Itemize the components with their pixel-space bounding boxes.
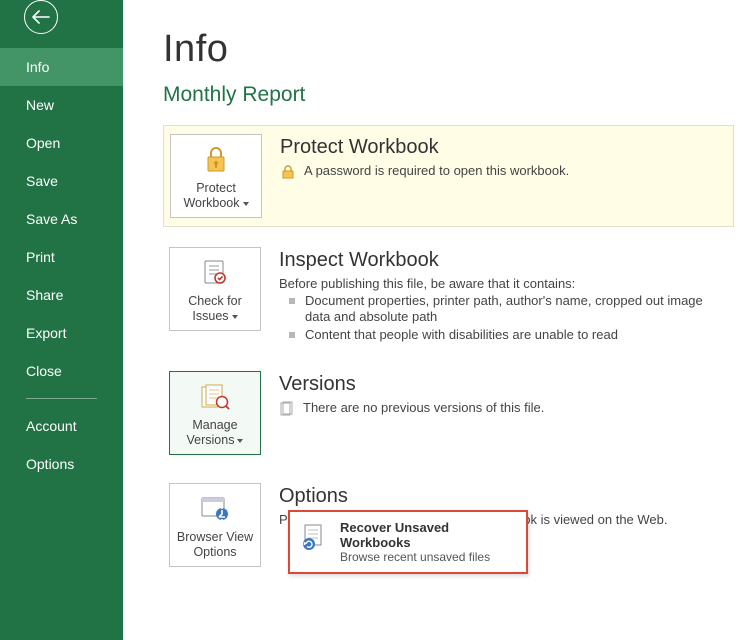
tile-label: Check for Issues	[188, 294, 242, 324]
versions-desc: There are no previous versions of this f…	[303, 400, 544, 415]
backstage-sidebar: Info New Open Save Save As Print Share E…	[0, 0, 123, 640]
sidebar-item-info[interactable]: Info	[0, 48, 123, 86]
lock-icon	[202, 143, 230, 177]
sidebar-item-open[interactable]: Open	[0, 124, 123, 162]
tile-label: Protect Workbook	[183, 181, 248, 211]
browser-view-title: Options	[279, 485, 726, 508]
sidebar-item-new[interactable]: New	[0, 86, 123, 124]
inspect-icon	[200, 256, 230, 290]
main-content: Info Monthly Report Protect Workbook	[123, 0, 744, 640]
recover-unsaved-workbooks-menu-item[interactable]: Recover Unsaved Workbooks Browse recent …	[288, 510, 528, 574]
protect-workbook-button[interactable]: Protect Workbook	[170, 134, 262, 218]
browser-view-icon	[199, 492, 231, 526]
sidebar-item-account[interactable]: Account	[0, 407, 123, 445]
inspect-workbook-section: Check for Issues Inspect Workbook Before…	[163, 239, 734, 351]
check-for-issues-button[interactable]: Check for Issues	[169, 247, 261, 331]
back-button[interactable]	[24, 0, 58, 34]
manage-versions-button[interactable]: Manage Versions	[169, 371, 261, 455]
sidebar-item-options[interactable]: Options	[0, 445, 123, 483]
sidebar-item-save[interactable]: Save	[0, 162, 123, 200]
protect-workbook-desc: A password is required to open this work…	[304, 163, 569, 178]
inspect-workbook-desc: Before publishing this file, be aware th…	[279, 276, 726, 291]
sidebar-item-export[interactable]: Export	[0, 314, 123, 352]
sidebar-item-save-as[interactable]: Save As	[0, 200, 123, 238]
inspect-workbook-title: Inspect Workbook	[279, 249, 726, 272]
versions-section: Manage Versions Versions There are no pr…	[163, 363, 734, 463]
lock-small-icon	[280, 164, 296, 180]
recover-icon	[300, 522, 330, 552]
arrow-left-icon	[32, 10, 50, 24]
sidebar-item-print[interactable]: Print	[0, 238, 123, 276]
popup-subtitle: Browse recent unsaved files	[340, 550, 516, 564]
document-name: Monthly Report	[163, 83, 734, 107]
page-title: Info	[163, 28, 734, 71]
popup-title: Recover Unsaved Workbooks	[340, 520, 516, 550]
browser-view-options-button[interactable]: Browser View Options	[169, 483, 261, 567]
sidebar-item-close[interactable]: Close	[0, 352, 123, 390]
document-small-icon	[279, 401, 295, 417]
tile-label: Manage Versions	[187, 418, 244, 448]
tile-label: Browser View Options	[177, 530, 253, 560]
versions-title: Versions	[279, 373, 726, 396]
protect-workbook-section: Protect Workbook Protect Workbook A pass…	[163, 125, 734, 227]
sidebar-separator	[26, 398, 97, 399]
inspect-bullet: Content that people with disabilities ar…	[289, 327, 726, 343]
sidebar-item-share[interactable]: Share	[0, 276, 123, 314]
protect-workbook-title: Protect Workbook	[280, 136, 725, 159]
inspect-bullet: Document properties, printer path, autho…	[289, 293, 726, 325]
versions-icon	[199, 380, 231, 414]
